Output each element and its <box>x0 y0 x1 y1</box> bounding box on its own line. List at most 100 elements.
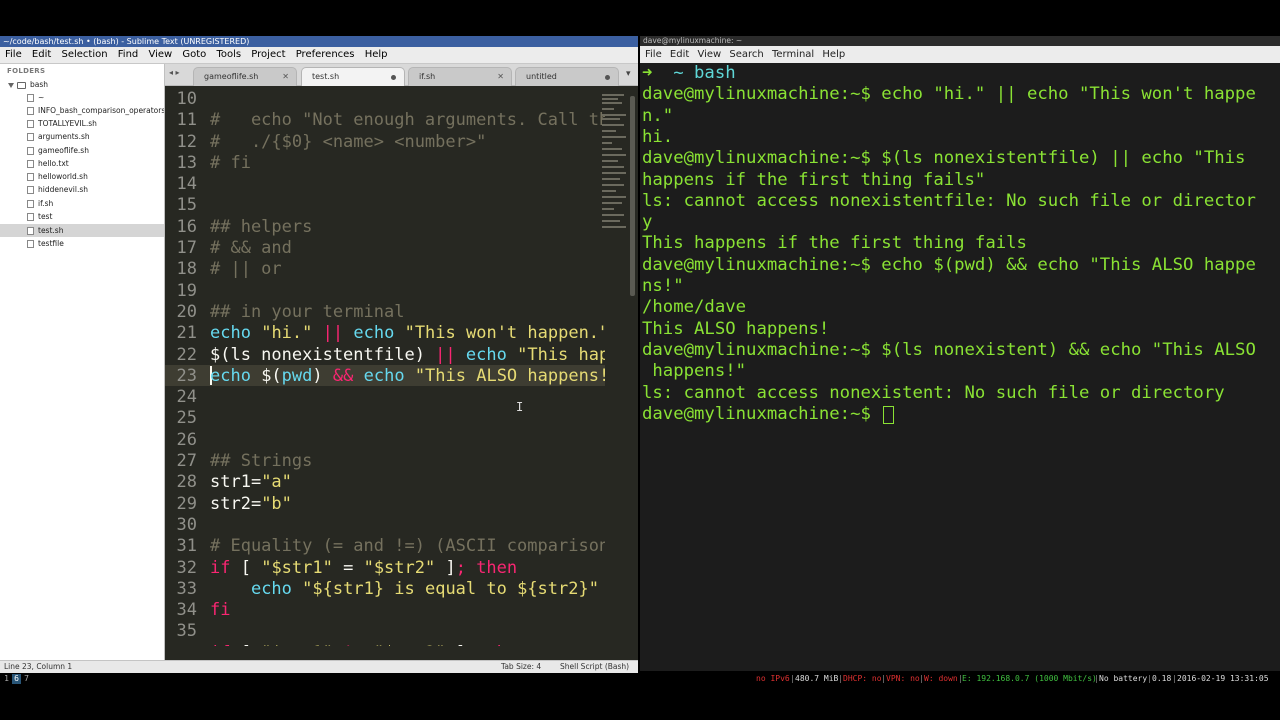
tab-nav-arrows[interactable]: ◂ ▸ <box>169 68 180 77</box>
terminal-output[interactable]: ➜ ~ bash dave@mylinuxmachine:~$ echo "hi… <box>640 63 1280 671</box>
sidebar-file[interactable]: test <box>0 210 164 223</box>
line-number: 12 <box>176 131 197 152</box>
menu-project[interactable]: Project <box>251 49 285 60</box>
term-menu-terminal[interactable]: Terminal <box>772 49 814 60</box>
code-content[interactable]: # echo "Not enough arguments. Call this … <box>210 89 605 646</box>
sidebar-file[interactable]: ~ <box>0 91 164 104</box>
terminal-line: This ALSO happens! <box>642 318 830 339</box>
terminal-line: n." <box>642 105 674 126</box>
status-ipv6: no IPv6 <box>756 674 790 683</box>
term-menu-view[interactable]: View <box>697 49 721 60</box>
term-menu-help[interactable]: Help <box>822 49 845 60</box>
workspace-button[interactable]: 7 <box>22 674 31 684</box>
status-dhcp: DHCP: no <box>843 674 882 683</box>
line-number: 28 <box>176 472 197 493</box>
code-editor[interactable]: 10 11 12 13 14 15 16 17 18 19 20 21 22 23 24 25 26 27 28 29… <box>165 86 638 646</box>
status-bar: Line 23, Column 1 Tab Size: 4 Shell Scri… <box>0 660 638 673</box>
line-number: 26 <box>176 429 197 450</box>
status-syntax[interactable]: Shell Script (Bash) <box>560 661 629 673</box>
terminal-line: dave@mylinuxmachine:~$ echo "hi." || ech… <box>642 84 1256 105</box>
minimap[interactable] <box>600 90 632 240</box>
menu-edit[interactable]: Edit <box>32 49 51 60</box>
tab-gameoflife[interactable]: gameoflife.sh ✕ <box>193 67 297 86</box>
sidebar-file[interactable]: INFO_bash_comparison_operators <box>0 104 164 117</box>
menu-goto[interactable]: Goto <box>182 49 206 60</box>
line-number: 20 <box>176 301 197 322</box>
sidebar-file-selected[interactable]: test.sh <box>0 224 164 237</box>
menu-view[interactable]: View <box>148 49 172 60</box>
sublime-title-bar: ~/code/bash/test.sh • (bash) - Sublime T… <box>0 36 638 47</box>
line-number: 24 <box>176 387 197 408</box>
sidebar-folder-bash[interactable]: bash <box>0 78 164 91</box>
terminal-line: ns!" <box>642 276 684 296</box>
prompt-arrow-icon: ➜ <box>642 63 653 83</box>
line-number: 15 <box>176 195 197 216</box>
terminal-line: dave@mylinuxmachine:~$ $(ls nonexistentf… <box>642 148 1246 169</box>
line-number: 18 <box>176 259 197 280</box>
line-number: 14 <box>176 174 197 195</box>
line-number: 31 <box>176 536 197 557</box>
vertical-scrollbar[interactable] <box>630 96 635 296</box>
sidebar-file[interactable]: helloworld.sh <box>0 170 164 183</box>
line-number: 19 <box>176 280 197 301</box>
menu-help[interactable]: Help <box>365 49 388 60</box>
status-position: Line 23, Column 1 <box>4 662 73 671</box>
status-wifi: W: down <box>924 674 958 683</box>
line-number: 35 <box>176 621 197 642</box>
sublime-menu-bar: File Edit Selection Find View Goto Tools… <box>0 47 638 64</box>
terminal-current-prompt[interactable]: dave@mylinuxmachine:~$ <box>642 404 895 425</box>
file-icon <box>27 227 34 235</box>
sidebar-file[interactable]: TOTALLYEVIL.sh <box>0 117 164 130</box>
tab-untitled[interactable]: untitled <box>515 67 619 86</box>
close-icon[interactable]: ✕ <box>497 68 504 86</box>
close-icon[interactable]: ✕ <box>282 68 289 86</box>
line-number: 22 <box>176 344 197 365</box>
menu-find[interactable]: Find <box>118 49 139 60</box>
tab-overflow-icon[interactable]: ▾ <box>626 69 631 79</box>
ibeam-cursor-icon: I <box>516 400 524 414</box>
tab-bar: ◂ ▸ gameoflife.sh ✕ test.sh if.sh ✕ untitl… <box>165 64 638 86</box>
status-load: 0.18 <box>1152 674 1172 683</box>
line-number: 27 <box>176 451 197 472</box>
line-number: 33 <box>176 578 197 599</box>
sidebar-file[interactable]: gameoflife.sh <box>0 144 164 157</box>
chevron-down-icon <box>8 82 14 88</box>
sidebar-file[interactable]: hello.txt <box>0 157 164 170</box>
line-number: 32 <box>176 557 197 578</box>
status-tab-size[interactable]: Tab Size: 4 <box>501 661 541 673</box>
line-number: 25 <box>176 408 197 429</box>
sidebar-file[interactable]: if.sh <box>0 197 164 210</box>
menu-file[interactable]: File <box>5 49 22 60</box>
tab-if-sh[interactable]: if.sh ✕ <box>408 67 512 86</box>
workspace-button-active[interactable]: 6 <box>12 674 21 684</box>
line-number: 29 <box>176 493 197 514</box>
menu-selection[interactable]: Selection <box>61 49 107 60</box>
menu-preferences[interactable]: Preferences <box>296 49 355 60</box>
unsaved-dot-icon[interactable] <box>605 75 610 80</box>
tab-test-sh[interactable]: test.sh <box>301 67 405 86</box>
terminal-line: dave@mylinuxmachine:~$ echo $(pwd) && ec… <box>642 254 1256 275</box>
terminal-title-bar: dave@mylinuxmachine: ~ <box>640 36 1280 46</box>
line-number: 10 <box>176 89 197 109</box>
sidebar-file[interactable]: hiddenevil.sh <box>0 183 164 196</box>
terminal-prompt-line: ➜ ~ bash <box>642 63 736 83</box>
term-menu-file[interactable]: File <box>645 49 662 60</box>
status-battery: No battery <box>1099 674 1148 683</box>
workspace-button[interactable]: 1 <box>2 674 11 684</box>
line-number: 34 <box>176 600 197 621</box>
status-vpn: VPN: no <box>886 674 920 683</box>
line-number: 17 <box>176 238 197 259</box>
file-icon <box>27 160 34 168</box>
sidebar-file[interactable]: arguments.sh <box>0 130 164 143</box>
sidebar-file[interactable]: testfile <box>0 237 164 250</box>
terminal-line: y <box>642 212 653 233</box>
terminal-line: /home/dave <box>642 297 747 318</box>
line-number: 11 <box>176 110 197 131</box>
unsaved-dot-icon[interactable] <box>391 75 396 80</box>
term-menu-edit[interactable]: Edit <box>670 49 689 60</box>
sidebar: FOLDERS bash ~ INFO_bash_comparison_oper… <box>0 64 165 660</box>
menu-tools[interactable]: Tools <box>216 49 241 60</box>
status-memory: 480.7 MiB <box>795 674 839 683</box>
term-menu-search[interactable]: Search <box>729 49 763 60</box>
line-number: 13 <box>176 152 197 173</box>
